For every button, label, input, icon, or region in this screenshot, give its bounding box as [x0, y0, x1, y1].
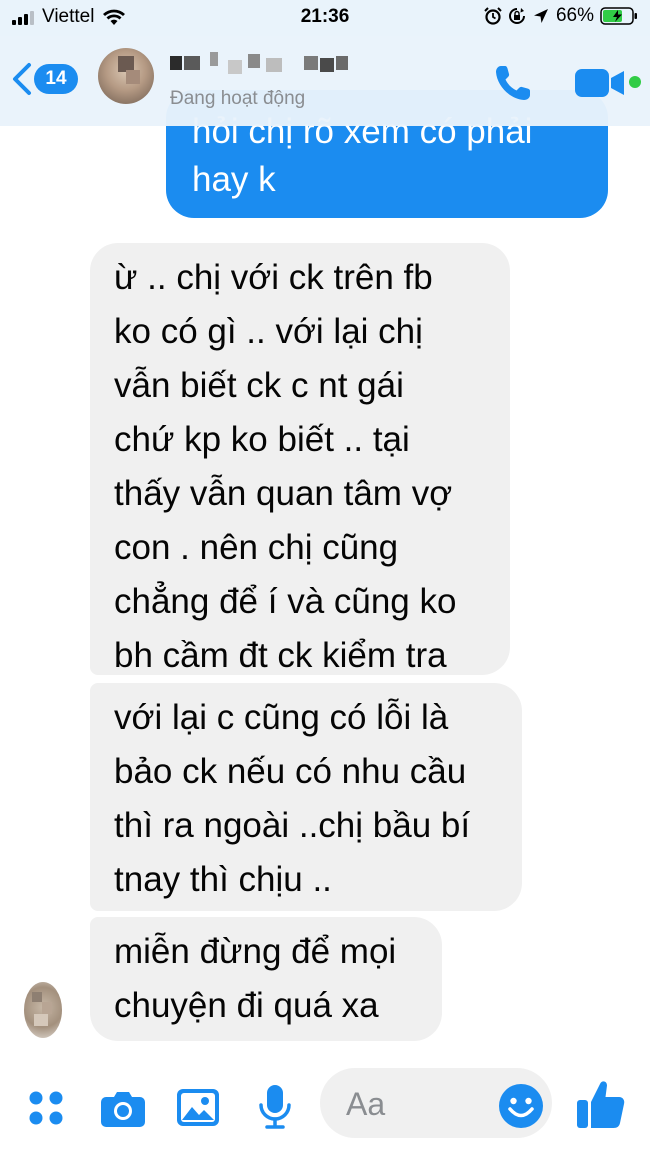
- incoming-message[interactable]: với lại c cũng có lỗi là bảo ck nếu có n…: [90, 683, 522, 911]
- message-input-placeholder: Aa: [346, 1086, 386, 1122]
- message-line: thấy vẫn quan tâm vợ: [114, 474, 453, 513]
- message-line: con . nên chị cũng: [114, 528, 399, 567]
- message-line: chứ kp ko biết .. tại: [114, 420, 410, 459]
- incoming-message[interactable]: miễn đừng để mọi chuyện đi quá xa: [90, 917, 442, 1041]
- sender-avatar[interactable]: [24, 982, 62, 1038]
- back-button[interactable]: 14: [10, 62, 78, 96]
- message-line: hay k: [192, 160, 276, 199]
- phone-icon[interactable]: [492, 62, 534, 104]
- message-line: với lại c cũng có lỗi là: [114, 698, 449, 737]
- location-icon: [533, 9, 548, 23]
- online-indicator: [629, 76, 641, 88]
- emoji-icon[interactable]: [497, 1082, 545, 1130]
- alarm-icon: [484, 7, 502, 25]
- message-line: chuyện đi quá xa: [114, 986, 379, 1025]
- photo-icon[interactable]: [176, 1086, 220, 1128]
- video-icon[interactable]: [574, 66, 626, 100]
- like-icon[interactable]: [576, 1078, 626, 1130]
- apps-icon[interactable]: [26, 1088, 66, 1128]
- message-line: tnay thì chịu ..: [114, 860, 332, 899]
- status-bar: Viettel 21:36 66%: [0, 0, 650, 36]
- message-line: chẳng để í và cũng ko: [114, 582, 457, 621]
- rotation-lock-icon: [508, 8, 525, 24]
- back-chevron-icon: [13, 63, 31, 95]
- message-list[interactable]: hỏi chị rõ xem có phải hay k ừ .. chị vớ…: [0, 0, 650, 1050]
- message-line: ko có gì .. với lại chị: [114, 312, 423, 351]
- unread-count-badge: 14: [34, 64, 78, 94]
- contact-name-redacted[interactable]: [170, 48, 360, 78]
- message-line: miễn đừng để mọi: [114, 932, 397, 971]
- incoming-message[interactable]: ừ .. chị với ck trên fb ko có gì .. với …: [90, 243, 510, 675]
- message-line: vẫn biết ck c nt gái: [114, 366, 404, 405]
- conversation-header: 14 Đang hoạt động: [0, 36, 650, 126]
- composer-bar: Aa: [0, 1054, 650, 1156]
- message-line: bảo ck nếu có nhu cầu: [114, 752, 467, 791]
- message-line: thì ra ngoài ..chị bầu bí: [114, 806, 471, 845]
- message-line: bh cầm đt ck kiểm tra: [114, 636, 447, 675]
- active-status: Đang hoạt động: [170, 88, 306, 109]
- mic-icon[interactable]: [257, 1084, 293, 1130]
- contact-avatar[interactable]: [98, 48, 154, 104]
- message-line: ừ .. chị với ck trên fb: [114, 258, 433, 297]
- camera-icon[interactable]: [100, 1088, 146, 1128]
- battery-percent: 66%: [555, 5, 594, 26]
- battery-icon: [600, 7, 637, 25]
